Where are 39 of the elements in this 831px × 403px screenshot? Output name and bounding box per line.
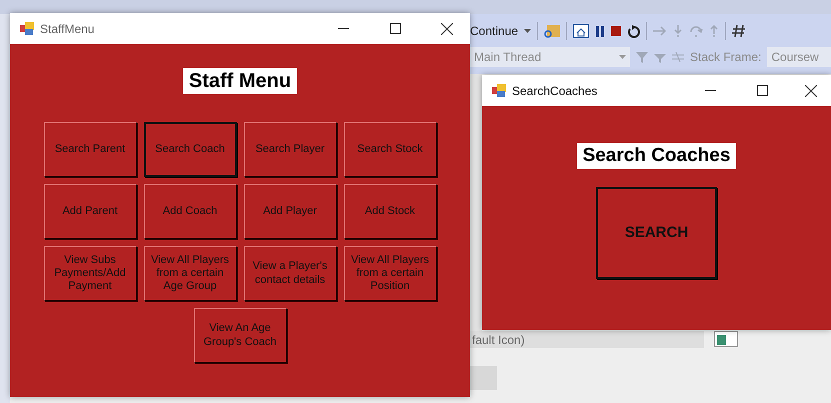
menu-button[interactable]: View All Players from a certain Position <box>344 246 436 301</box>
menu-button[interactable]: View a Player's contact details <box>244 246 336 301</box>
stack-frame-field[interactable]: Coursew <box>767 47 831 67</box>
menu-button[interactable]: Add Stock <box>344 184 436 239</box>
menu-button[interactable]: Search Stock <box>344 122 436 177</box>
menu-button[interactable]: Search Parent <box>44 122 136 177</box>
close-icon[interactable] <box>441 22 453 34</box>
folder-search-icon[interactable] <box>544 23 560 39</box>
menu-button[interactable]: View All Players from a certain Age Group <box>144 246 236 301</box>
hash-icon[interactable] <box>732 24 746 38</box>
menu-button[interactable]: View An Age Group's Coach <box>194 308 286 363</box>
menu-button[interactable]: Add Coach <box>144 184 236 239</box>
minimize-icon[interactable] <box>338 28 348 29</box>
image-icon[interactable] <box>714 331 738 347</box>
continue-label[interactable]: Continue <box>470 24 518 38</box>
caret-icon[interactable] <box>524 29 532 33</box>
pause-icon[interactable] <box>595 26 606 36</box>
form-heading: Staff Menu <box>182 68 298 94</box>
restart-icon[interactable] <box>627 24 640 38</box>
app-icon <box>492 84 506 97</box>
maximize-icon[interactable] <box>390 23 400 34</box>
menu-button[interactable]: View Subs Payments/Add Payment <box>44 246 136 301</box>
menu-button[interactable]: Add Parent <box>44 184 136 239</box>
menu-button[interactable]: Add Player <box>244 184 336 239</box>
home-window-icon[interactable] <box>573 24 590 38</box>
menu-button[interactable]: Search Coach <box>144 122 236 177</box>
menu-button[interactable]: Search Player <box>244 122 336 177</box>
form-heading: Search Coaches <box>576 143 736 169</box>
maximize-icon[interactable] <box>756 85 768 96</box>
minimize-icon[interactable] <box>704 90 716 91</box>
thread-dropdown[interactable]: Main Thread <box>470 47 630 67</box>
window-title: SearchCoaches <box>512 84 598 98</box>
app-icon <box>20 22 34 35</box>
stop-icon[interactable] <box>611 26 622 36</box>
window-title: StaffMenu <box>40 22 96 36</box>
search-button[interactable]: SEARCH <box>596 187 717 279</box>
close-icon[interactable] <box>805 84 817 96</box>
icon-dropdown[interactable]: fault Icon) <box>470 331 704 348</box>
stack-frame-label: Stack Frame: <box>690 50 762 64</box>
